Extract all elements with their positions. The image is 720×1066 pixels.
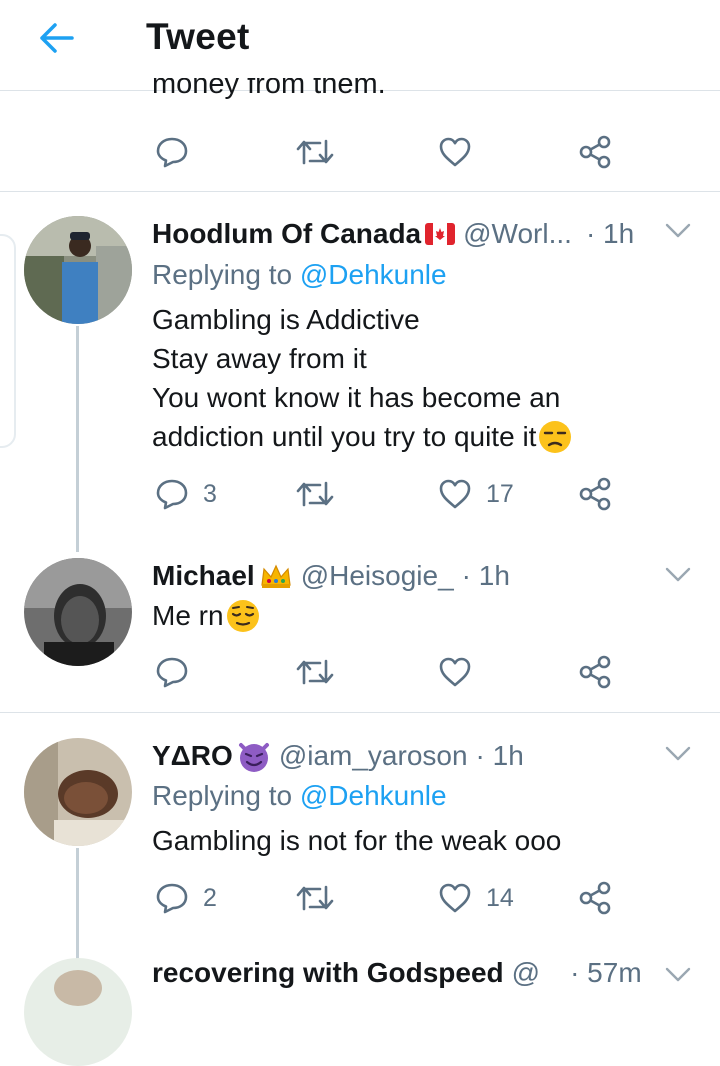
side-card-edge — [0, 234, 16, 448]
reply-count: 2 — [203, 883, 217, 912]
top-bar: Tweet — [0, 0, 720, 78]
heart-icon — [439, 479, 471, 509]
timestamp: · 57m — [570, 957, 642, 988]
tweet-line-with-emoji: addiction until you try to quite it — [152, 417, 572, 456]
divider — [0, 712, 720, 713]
tweet-header: YΔRO @iam_yaroson · 1h — [152, 739, 524, 773]
reply-button[interactable]: 3 — [155, 472, 217, 516]
chevron-down-icon — [665, 567, 691, 582]
replying-label: Replying to — [152, 259, 293, 290]
mention-link[interactable]: @Dehkunle — [300, 780, 447, 811]
relieved-face-emoji-icon — [226, 599, 259, 632]
chevron-down-icon — [665, 223, 691, 238]
mention-link[interactable]: @Dehkunle — [300, 259, 447, 290]
retweet-button[interactable] — [296, 130, 334, 174]
reply-icon — [156, 657, 188, 688]
tweet-line: You wont know it has become an — [152, 382, 561, 413]
reply-button[interactable] — [155, 650, 189, 694]
like-button[interactable] — [438, 650, 472, 694]
reply-button[interactable] — [155, 130, 189, 174]
heart-icon — [439, 657, 471, 687]
display-name[interactable]: Michael — [152, 560, 255, 592]
avatar[interactable] — [24, 738, 132, 846]
reply-count: 3 — [203, 479, 217, 508]
share-icon — [579, 477, 611, 511]
chevron-down-icon — [665, 746, 691, 761]
tweet-line: Gambling is not for the weak ooo — [152, 825, 562, 856]
display-name[interactable]: YΔRO — [152, 740, 233, 772]
back-button[interactable] — [34, 18, 78, 58]
replying-label: Replying to — [152, 780, 293, 811]
user-handle: @Heisogie_ — [300, 560, 454, 591]
like-button[interactable]: 14 — [438, 876, 514, 920]
retweet-icon — [296, 481, 334, 507]
retweet-button[interactable] — [296, 472, 334, 516]
tweet-header: recovering with Godspeed @ · 57m — [152, 957, 642, 989]
user-handle: @Worl... — [463, 218, 572, 249]
retweet-icon — [296, 885, 334, 911]
tweet-options-button[interactable] — [664, 218, 692, 247]
avatar-image — [24, 958, 132, 1066]
share-button[interactable] — [578, 472, 612, 516]
tweet-actions: 3 17 — [0, 472, 720, 516]
display-name[interactable]: Hoodlum Of Canada — [152, 218, 421, 250]
thread-line — [76, 326, 79, 552]
page-title: Tweet — [146, 16, 250, 57]
crown-emoji-icon — [261, 564, 291, 588]
tweet-actions: 2 14 — [0, 876, 720, 920]
avatar[interactable] — [24, 216, 132, 324]
user-handle: @ — [511, 957, 541, 988]
tweet-text: Gambling is not for the weak ooo — [152, 821, 561, 860]
tweet-line: Stay away from it — [152, 343, 367, 374]
tweet-line: Gambling is Addictive — [152, 304, 420, 335]
replying-to: Replying to @Dehkunle — [152, 780, 447, 812]
back-arrow-icon — [40, 23, 74, 53]
share-icon — [579, 881, 611, 915]
unamused-face-emoji-icon — [539, 420, 572, 453]
previous-tweet-actions — [0, 130, 720, 174]
retweet-button[interactable] — [296, 876, 334, 920]
heart-icon — [439, 883, 471, 913]
tweet-text: Me rn — [152, 596, 260, 635]
tweet-line: Me rn — [152, 600, 224, 631]
retweet-button[interactable] — [296, 650, 334, 694]
avatar[interactable] — [24, 958, 132, 1066]
share-button[interactable] — [578, 650, 612, 694]
reply-icon — [156, 883, 188, 914]
reply-icon — [156, 137, 188, 168]
like-count: 17 — [486, 479, 514, 508]
like-count: 14 — [486, 883, 514, 912]
like-button[interactable] — [438, 130, 472, 174]
reply-icon — [156, 479, 188, 510]
share-button[interactable] — [578, 130, 612, 174]
share-icon — [579, 135, 611, 169]
heart-icon — [439, 137, 471, 167]
tweet-options-button[interactable] — [664, 962, 692, 991]
replying-to: Replying to @Dehkunle — [152, 259, 447, 291]
divider — [0, 191, 720, 192]
chevron-down-icon — [665, 967, 691, 982]
retweet-icon — [296, 139, 334, 165]
timestamp: · 1h — [475, 740, 524, 771]
user-handle: @iam_yaroson — [278, 740, 468, 771]
timestamp: · 1h — [585, 218, 635, 249]
tweet-text: Gambling is Addictive Stay away from it … — [152, 300, 572, 456]
canada-flag-icon — [425, 223, 456, 245]
share-icon — [579, 655, 611, 689]
tweet-options-button[interactable] — [664, 741, 692, 770]
tweet-actions — [0, 650, 720, 694]
smiling-imp-emoji-icon — [238, 743, 269, 772]
tweet-header: Hoodlum Of Canada @Worl... · 1h — [152, 218, 634, 250]
avatar-image — [24, 216, 132, 324]
reply-button[interactable]: 2 — [155, 876, 217, 920]
tweet-line: addiction until you try to quite it — [152, 421, 537, 452]
tweet-header: Michael @Heisogie_ · 1h — [152, 560, 510, 592]
retweet-icon — [296, 659, 334, 685]
timestamp: · 1h — [461, 560, 510, 591]
avatar-image — [24, 738, 132, 846]
tweet-options-button[interactable] — [664, 562, 692, 591]
display-name[interactable]: recovering with Godspeed — [152, 957, 504, 989]
share-button[interactable] — [578, 876, 612, 920]
like-button[interactable]: 17 — [438, 472, 514, 516]
